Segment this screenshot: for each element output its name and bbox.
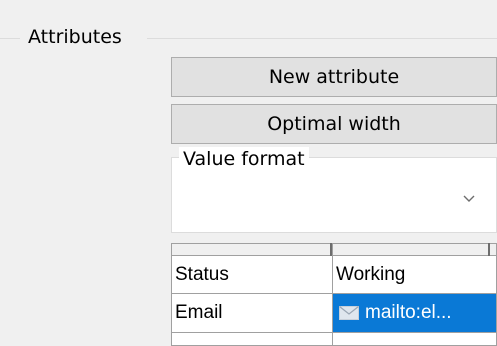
table-header xyxy=(171,243,497,256)
table-cell-key[interactable]: Email xyxy=(172,295,332,331)
row-divider xyxy=(171,332,497,333)
table-cell-value[interactable]: Working xyxy=(333,257,496,293)
table-cell-value-selected[interactable]: mailto:el... xyxy=(333,294,496,332)
table-cell-key[interactable]: Status xyxy=(172,257,332,293)
attributes-group-title: Attributes xyxy=(26,24,124,50)
email-link-text: mailto:el... xyxy=(365,302,452,323)
envelope-icon xyxy=(339,306,359,320)
column-resize-handle[interactable] xyxy=(488,243,490,256)
new-attribute-button[interactable]: New attribute xyxy=(171,57,497,97)
optimal-width-button[interactable]: Optimal width xyxy=(171,104,497,144)
group-border xyxy=(147,38,497,39)
chevron-down-icon[interactable] xyxy=(462,191,476,205)
group-border xyxy=(0,38,20,39)
value-format-label: Value format xyxy=(179,147,309,171)
